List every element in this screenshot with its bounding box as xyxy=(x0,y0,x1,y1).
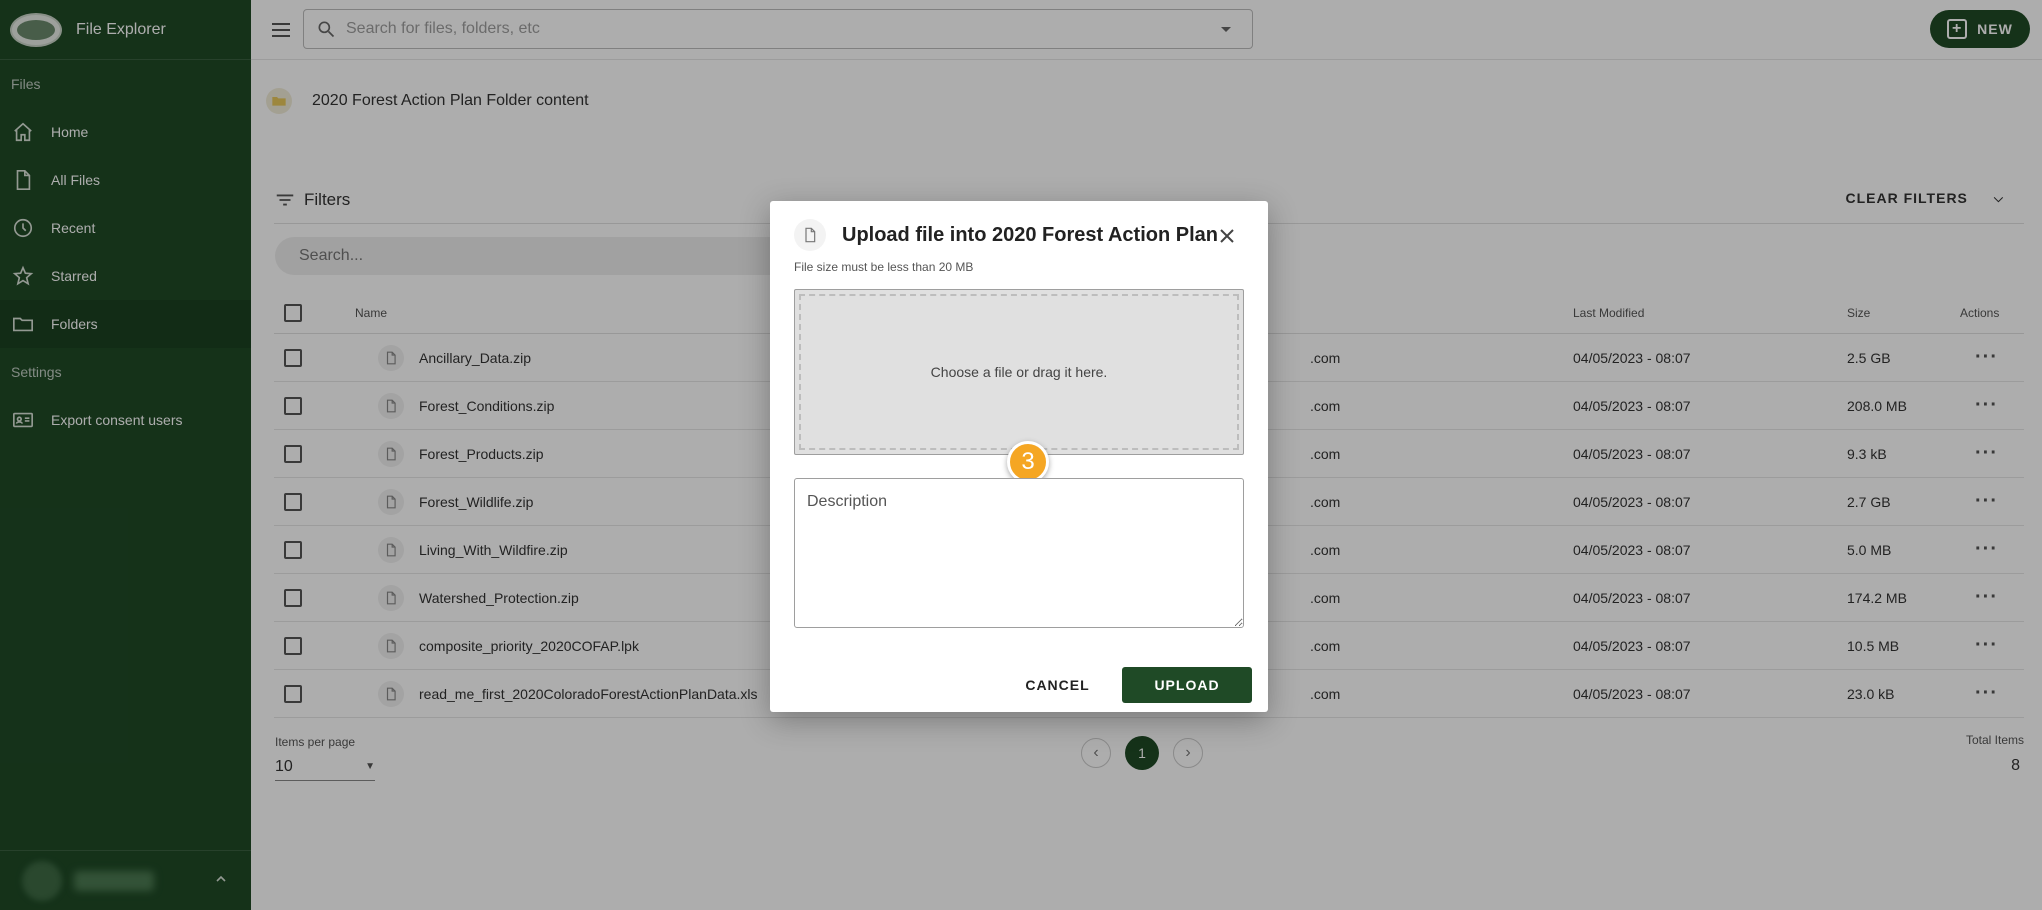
step-badge: 3 xyxy=(1007,441,1049,483)
dropzone-text: Choose a file or drag it here. xyxy=(930,364,1108,380)
upload-button[interactable]: UPLOAD xyxy=(1122,667,1252,703)
upload-dialog: Upload file into 2020 Forest Action Plan… xyxy=(770,201,1268,712)
file-size-hint: File size must be less than 20 MB xyxy=(794,260,974,274)
description-field[interactable] xyxy=(794,478,1244,628)
dialog-header: Upload file into 2020 Forest Action Plan xyxy=(794,219,1218,251)
close-icon[interactable] xyxy=(1216,225,1238,247)
file-icon xyxy=(794,219,826,251)
file-dropzone[interactable]: Choose a file or drag it here. xyxy=(794,289,1244,455)
cancel-button[interactable]: CANCEL xyxy=(1010,667,1105,703)
dialog-title: Upload file into 2020 Forest Action Plan xyxy=(842,223,1218,246)
